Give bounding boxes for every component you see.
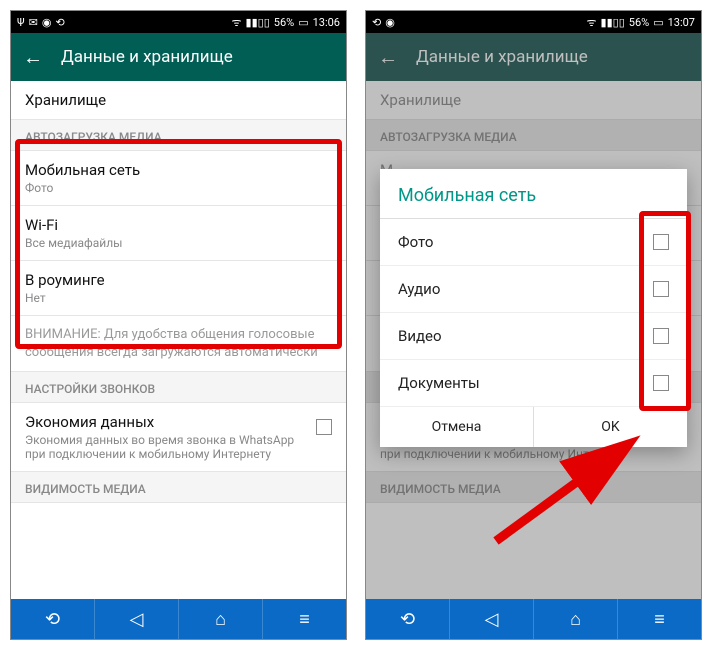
eye-icon: ◉ bbox=[385, 16, 395, 29]
row-roaming[interactable]: В роуминге Нет bbox=[11, 261, 346, 316]
section-media-visibility: ВИДИМОСТЬ МЕДИА bbox=[11, 472, 346, 503]
checkbox-photo[interactable] bbox=[653, 234, 669, 250]
dialog-cancel-button[interactable]: Отмена bbox=[380, 407, 534, 447]
dialog-option-audio[interactable]: Аудио bbox=[380, 266, 687, 313]
clock-text: 13:06 bbox=[313, 16, 340, 29]
battery-text: 56% bbox=[274, 16, 294, 29]
eye-icon: ◉ bbox=[42, 16, 52, 29]
row-data-saver[interactable]: Экономия данных Экономия данных во время… bbox=[11, 403, 346, 472]
screenshot-left: Ψ ✉ ◉ ⟲ ᯤ ▮▮▯▯ 56% ▭ 13:06 ← Данные и хр… bbox=[10, 10, 347, 640]
app-bar: ← Данные и хранилище bbox=[11, 33, 346, 81]
page-title: Данные и хранилище bbox=[61, 47, 233, 67]
mail-icon: ✉ bbox=[29, 16, 38, 29]
row-mobile-data[interactable]: Мобильная сеть Фото bbox=[11, 151, 346, 206]
row-storage[interactable]: Хранилище bbox=[11, 81, 346, 120]
wifi-icon: ᯤ bbox=[587, 15, 597, 30]
autodownload-note: ВНИМАНИЕ: Для удобства общения голосовые… bbox=[11, 316, 346, 372]
teamviewer-icon: ⟲ bbox=[55, 16, 64, 29]
nav-recent-icon[interactable]: ≡ bbox=[263, 599, 346, 639]
clock-text: 13:07 bbox=[668, 16, 695, 29]
nav-teamviewer-icon[interactable]: ⟲ bbox=[11, 599, 95, 639]
battery-icon: ▭ bbox=[298, 16, 308, 29]
teamviewer-icon: ⟲ bbox=[372, 16, 381, 29]
section-autodownload: АВТОЗАГРУЗКА МЕДИА bbox=[11, 120, 346, 151]
row-wifi[interactable]: Wi-Fi Все медиафайлы bbox=[11, 206, 346, 261]
nav-back-icon[interactable]: ◁ bbox=[450, 599, 534, 639]
checkbox-video[interactable] bbox=[653, 328, 669, 344]
nav-bar: ⟲ ◁ ⌂ ≡ bbox=[366, 599, 701, 639]
checkbox-audio[interactable] bbox=[653, 281, 669, 297]
media-dialog: Мобильная сеть Фото Аудио Видео Документ… bbox=[380, 169, 687, 447]
dialog-title: Мобильная сеть bbox=[380, 169, 687, 219]
signal-icon: ▮▮▯▯ bbox=[601, 16, 625, 29]
nav-home-icon[interactable]: ⌂ bbox=[534, 599, 618, 639]
nav-recent-icon[interactable]: ≡ bbox=[618, 599, 701, 639]
checkbox-docs[interactable] bbox=[653, 375, 669, 391]
screenshot-right: ⟲ ◉ ᯤ ▮▮▯▯ 56% ▭ 13:07 ← Данные и хранил… bbox=[365, 10, 702, 640]
back-icon[interactable]: ← bbox=[23, 45, 43, 70]
psi-icon: Ψ bbox=[17, 16, 25, 29]
nav-back-icon[interactable]: ◁ bbox=[95, 599, 179, 639]
signal-icon: ▮▮▯▯ bbox=[246, 16, 270, 29]
status-bar: ⟲ ◉ ᯤ ▮▮▯▯ 56% ▭ 13:07 bbox=[366, 11, 701, 33]
nav-teamviewer-icon[interactable]: ⟲ bbox=[366, 599, 450, 639]
dialog-ok-button[interactable]: OK bbox=[534, 407, 687, 447]
status-bar: Ψ ✉ ◉ ⟲ ᯤ ▮▮▯▯ 56% ▭ 13:06 bbox=[11, 11, 346, 33]
dialog-option-video[interactable]: Видео bbox=[380, 313, 687, 360]
wifi-icon: ᯤ bbox=[232, 15, 242, 30]
data-saver-checkbox[interactable] bbox=[316, 419, 332, 435]
battery-icon: ▭ bbox=[653, 16, 663, 29]
nav-home-icon[interactable]: ⌂ bbox=[179, 599, 263, 639]
nav-bar: ⟲ ◁ ⌂ ≡ bbox=[11, 599, 346, 639]
dialog-option-docs[interactable]: Документы bbox=[380, 360, 687, 407]
battery-text: 56% bbox=[629, 16, 649, 29]
dialog-option-photo[interactable]: Фото bbox=[380, 219, 687, 266]
section-calls: НАСТРОЙКИ ЗВОНКОВ bbox=[11, 372, 346, 403]
settings-list: Хранилище АВТОЗАГРУЗКА МЕДИА Мобильная с… bbox=[11, 81, 346, 601]
